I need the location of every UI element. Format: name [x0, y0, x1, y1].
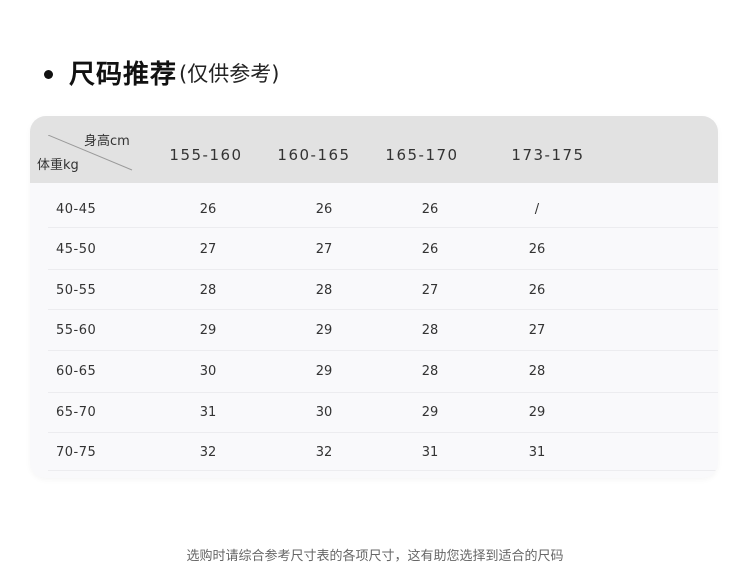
size-value-cell: 31 — [199, 405, 217, 420]
size-value-cell: 26 — [528, 283, 546, 298]
page-title: 尺码推荐 — [69, 59, 178, 90]
size-value-cell: 29 — [421, 405, 439, 420]
weight-range-cell: 45-50 — [56, 242, 97, 257]
table-row: 50-55 28 28 27 26 — [30, 271, 718, 310]
size-value-cell: 29 — [528, 405, 546, 420]
table-row: 60-65 30 29 28 28 — [30, 352, 718, 393]
size-value-cell: 31 — [528, 445, 546, 460]
size-value-cell: 28 — [199, 283, 217, 298]
size-value-cell: 32 — [199, 445, 217, 460]
bullet-dot-icon — [44, 69, 53, 79]
size-value-cell: 29 — [199, 323, 217, 338]
size-value-cell: 27 — [315, 242, 333, 257]
header-height-0: 155-160 — [169, 146, 243, 164]
page-subtitle: (仅供参考) — [179, 62, 280, 86]
size-value-cell: / — [534, 202, 540, 217]
size-value-cell: 28 — [421, 323, 439, 338]
size-value-cell: 30 — [315, 405, 333, 420]
weight-range-cell: 55-60 — [56, 323, 97, 338]
weight-range-cell: 50-55 — [56, 283, 97, 298]
table-row: 70-75 32 32 31 31 — [30, 433, 718, 471]
weight-range-cell: 70-75 — [56, 445, 97, 460]
table-header: 身高cm 体重kg 155-160 160-165 165-170 173-17… — [30, 116, 718, 183]
size-value-cell: 26 — [421, 242, 439, 257]
size-value-cell: 27 — [528, 323, 546, 338]
row-divider — [48, 470, 718, 471]
table-row: 55-60 29 29 28 27 — [30, 311, 718, 351]
row-divider — [48, 269, 718, 270]
diagonal-divider — [48, 135, 133, 171]
header-height-2: 165-170 — [385, 146, 459, 164]
weight-range-cell: 40-45 — [56, 202, 97, 217]
size-value-cell: 28 — [315, 283, 333, 298]
size-guide-page: 尺码推荐 (仅供参考) 身高cm 体重kg 155-160 160-165 16… — [0, 0, 750, 580]
size-value-cell: 31 — [421, 445, 439, 460]
size-table: 身高cm 体重kg 155-160 160-165 165-170 173-17… — [30, 116, 718, 478]
size-value-cell: 32 — [315, 445, 333, 460]
size-value-cell: 27 — [421, 283, 439, 298]
table-row: 65-70 31 30 29 29 — [30, 393, 718, 433]
size-value-cell: 28 — [528, 364, 546, 379]
size-value-cell: 26 — [315, 202, 333, 217]
header-height-3: 173-175 — [511, 146, 585, 164]
size-value-cell: 29 — [315, 323, 333, 338]
row-divider — [48, 350, 718, 351]
footer-note: 选购时请综合参考尺寸表的各项尺寸，这有助您选择到适合的尺码 — [186, 549, 564, 564]
weight-range-cell: 60-65 — [56, 364, 97, 379]
size-value-cell: 29 — [315, 364, 333, 379]
table-row: 40-45 26 26 26 / — [30, 190, 718, 228]
header-height-1: 160-165 — [277, 146, 351, 164]
row-divider — [48, 227, 718, 228]
size-value-cell: 27 — [199, 242, 217, 257]
size-value-cell: 26 — [528, 242, 546, 257]
weight-range-cell: 65-70 — [56, 405, 97, 420]
section-title: 尺码推荐 (仅供参考) — [44, 54, 279, 90]
row-divider — [48, 309, 718, 310]
size-value-cell: 28 — [421, 364, 439, 379]
size-value-cell: 26 — [199, 202, 217, 217]
size-value-cell: 26 — [421, 202, 439, 217]
table-row: 45-50 27 27 26 26 — [30, 230, 718, 270]
size-value-cell: 30 — [199, 364, 217, 379]
